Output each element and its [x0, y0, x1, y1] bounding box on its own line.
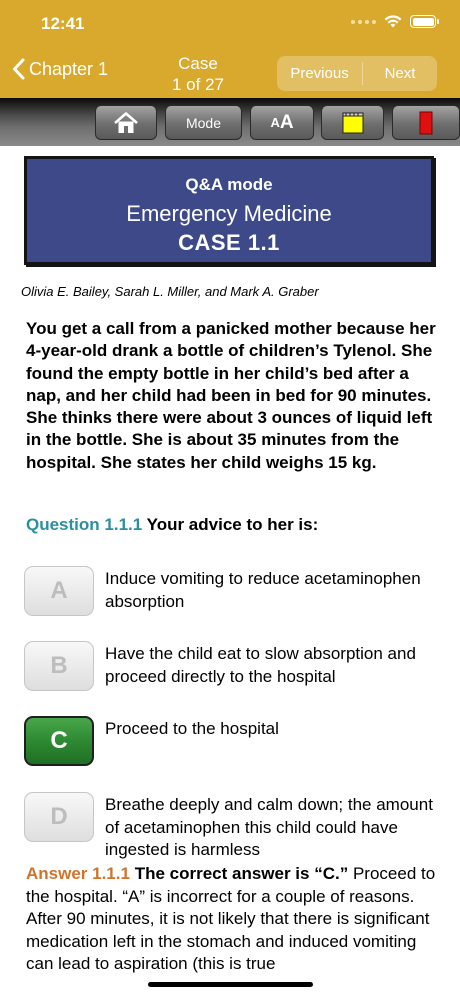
- highlight-button[interactable]: [321, 105, 384, 140]
- toolbar: Mode AA: [0, 98, 460, 146]
- home-button[interactable]: [95, 105, 157, 140]
- option-b-text: Have the child eat to slow absorption an…: [105, 644, 416, 686]
- answer-explanation: Answer 1.1.1 The correct answer is “C.” …: [26, 863, 438, 976]
- mode-button[interactable]: Mode: [165, 105, 242, 140]
- banner-case-number: CASE 1.1: [178, 230, 280, 255]
- banner-mode: Q&A mode: [185, 175, 273, 194]
- answer-lead: The correct answer is “C.”: [134, 864, 349, 883]
- case-navigation-control: Previous Next: [277, 56, 437, 91]
- back-label: Chapter 1: [29, 58, 109, 79]
- navigation-header: 12:41 Chapter 1 Case 1 of 27 Previous Ne…: [0, 0, 460, 98]
- home-icon: [114, 111, 138, 133]
- option-b-button[interactable]: B: [24, 641, 94, 691]
- next-button[interactable]: Next: [363, 56, 437, 91]
- font-size-small-glyph: A: [270, 115, 280, 130]
- previous-button[interactable]: Previous: [277, 56, 362, 91]
- case-label: Case: [178, 54, 218, 73]
- font-size-button[interactable]: AA: [250, 105, 314, 140]
- case-position: 1 of 27: [172, 75, 224, 94]
- case-counter: Case 1 of 27: [150, 53, 246, 95]
- bookmark-button[interactable]: [392, 105, 460, 140]
- option-c-text: Proceed to the hospital: [105, 719, 279, 738]
- status-time: 12:41: [41, 14, 85, 33]
- option-c-button[interactable]: C: [24, 716, 94, 766]
- bookmark-icon: [419, 111, 433, 134]
- chevron-left-icon: [13, 58, 25, 80]
- font-size-large-glyph: A: [279, 111, 294, 133]
- option-d-text: Breathe deeply and calm down; the amount…: [105, 795, 433, 859]
- notepad-icon: [342, 112, 363, 133]
- option-a-button[interactable]: A: [24, 566, 94, 616]
- answer-number: Answer 1.1.1: [26, 864, 130, 883]
- question-heading: Question 1.1.1 Your advice to her is:: [26, 515, 318, 535]
- mode-label: Mode: [185, 114, 222, 131]
- wifi-icon: [384, 15, 402, 28]
- option-a-text: Induce vomiting to reduce acetaminophen …: [105, 569, 421, 611]
- case-stem: You get a call from a panicked mother be…: [26, 319, 436, 472]
- back-button[interactable]: Chapter 1: [12, 58, 108, 80]
- battery-icon: [410, 15, 439, 28]
- home-indicator[interactable]: [148, 982, 313, 987]
- status-icons: [351, 15, 439, 28]
- question-text: Your advice to her is:: [146, 515, 319, 534]
- case-banner: Q&A mode Emergency Medicine CASE 1.1: [24, 156, 434, 265]
- banner-subject: Emergency Medicine: [126, 201, 332, 226]
- signal-icon: [351, 19, 376, 24]
- option-d-button[interactable]: D: [24, 792, 94, 842]
- authors: Olivia E. Bailey, Sarah L. Miller, and M…: [21, 284, 319, 299]
- question-number: Question 1.1.1: [26, 515, 143, 534]
